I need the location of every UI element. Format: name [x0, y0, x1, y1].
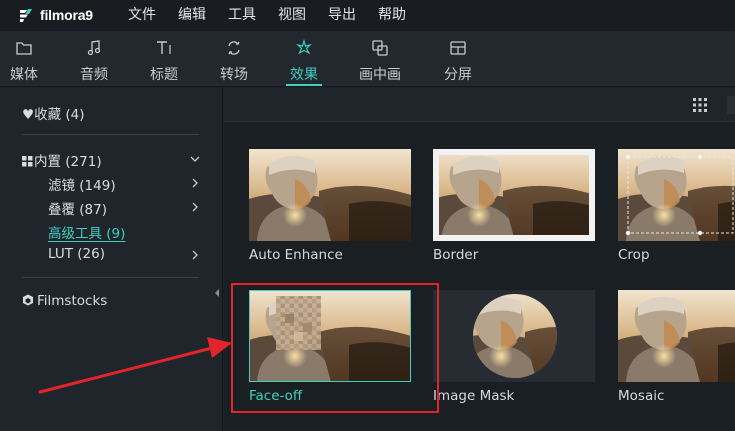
effects-category-sidebar: ♥收藏 (4) 内置 (271) 滤镜 (149) 叠覆 (87) 高级工具 (… — [0, 88, 223, 431]
grid-view-icon[interactable] — [693, 98, 707, 112]
sidebar-item-overlays[interactable]: 叠覆 (87) — [48, 198, 107, 218]
effect-label: Mosaic — [618, 388, 665, 404]
sidebar-item-advanced-tools[interactable]: 高级工具 (9) — [48, 222, 125, 242]
music-note-icon — [87, 40, 101, 56]
tab-audio-label: 音频 — [80, 67, 108, 83]
effect-thumbnail — [249, 149, 411, 241]
app-name: filmora9 — [40, 7, 93, 23]
sidebar-item-favorites-label: 收藏 (4) — [34, 107, 85, 123]
tab-picture-in-picture[interactable]: 画中画 — [356, 31, 404, 87]
tab-pip-label: 画中画 — [359, 67, 401, 83]
menu-view[interactable]: 视图 — [270, 0, 314, 31]
folder-icon — [16, 42, 32, 55]
tab-effects[interactable]: 效果 — [286, 31, 322, 87]
chevron-right-icon[interactable] — [190, 202, 200, 212]
tab-effects-label: 效果 — [290, 67, 318, 83]
tab-audio[interactable]: 音频 — [76, 31, 112, 87]
filmstocks-icon — [23, 294, 33, 306]
panel-edge — [727, 96, 735, 114]
tab-titles-label: 标题 — [150, 67, 178, 83]
chevron-right-icon[interactable] — [190, 178, 200, 188]
tab-titles[interactable]: 标题 — [146, 31, 182, 87]
text-title-icon — [157, 41, 171, 54]
effect-thumbnail — [249, 290, 411, 382]
effect-thumbnail — [433, 149, 595, 241]
sidebar-item-lut[interactable]: LUT (26) — [48, 246, 105, 262]
menu-bar: 文件 编辑 工具 视图 导出 帮助 — [120, 0, 420, 31]
grid-small-icon — [22, 154, 34, 170]
menu-file[interactable]: 文件 — [120, 0, 164, 31]
chevron-down-icon[interactable] — [190, 154, 200, 164]
title-bar: filmora9 文件 编辑 工具 视图 导出 帮助 — [0, 0, 735, 31]
filmora-logo-icon — [20, 9, 32, 22]
sidebar-item-filmstocks[interactable]: Filmstocks — [22, 293, 107, 309]
menu-tools[interactable]: 工具 — [220, 0, 264, 31]
active-tab-indicator — [286, 84, 322, 86]
effect-label: Border — [433, 247, 479, 263]
tab-media-label: 媒体 — [10, 67, 38, 83]
tab-transitions[interactable]: 转场 — [216, 31, 252, 87]
tab-transitions-label: 转场 — [220, 67, 248, 83]
module-tabs: 媒体 音频 标题 转场 效果 画中画 分屏 — [0, 31, 735, 87]
effects-icon — [296, 39, 312, 55]
picture-in-picture-icon — [372, 40, 388, 56]
app-logo: filmora9 — [18, 5, 93, 25]
effect-thumbnail — [618, 290, 735, 382]
tab-split-label: 分屏 — [444, 67, 472, 83]
tab-media[interactable]: 媒体 — [6, 31, 42, 87]
sidebar-item-filters[interactable]: 滤镜 (149) — [48, 174, 116, 194]
chevron-right-icon[interactable] — [190, 250, 200, 260]
sidebar-item-favorites[interactable]: ♥收藏 (4) — [22, 103, 85, 123]
sidebar-divider — [22, 134, 199, 135]
collapse-panel-icon[interactable] — [214, 288, 220, 298]
effect-label: Crop — [618, 247, 650, 263]
split-screen-icon — [450, 41, 466, 55]
menu-help[interactable]: 帮助 — [370, 0, 414, 31]
heart-icon: ♥ — [22, 107, 35, 123]
effect-label: Auto Enhance — [249, 247, 343, 263]
effect-thumbnail — [618, 149, 735, 241]
sidebar-item-builtin[interactable]: 内置 (271) — [22, 150, 102, 170]
transition-icon — [228, 41, 240, 55]
effect-label: Image Mask — [433, 388, 515, 404]
effect-thumbnail — [433, 290, 595, 382]
menu-edit[interactable]: 编辑 — [170, 0, 214, 31]
sidebar-item-filmstocks-label: Filmstocks — [37, 293, 108, 309]
menu-export[interactable]: 导出 — [320, 0, 364, 31]
effect-label: Face-off — [249, 388, 303, 404]
library-toolbar — [224, 88, 735, 122]
sidebar-divider — [22, 277, 199, 278]
sidebar-item-builtin-label: 内置 (271) — [34, 154, 102, 170]
tab-split-screen[interactable]: 分屏 — [440, 31, 476, 87]
